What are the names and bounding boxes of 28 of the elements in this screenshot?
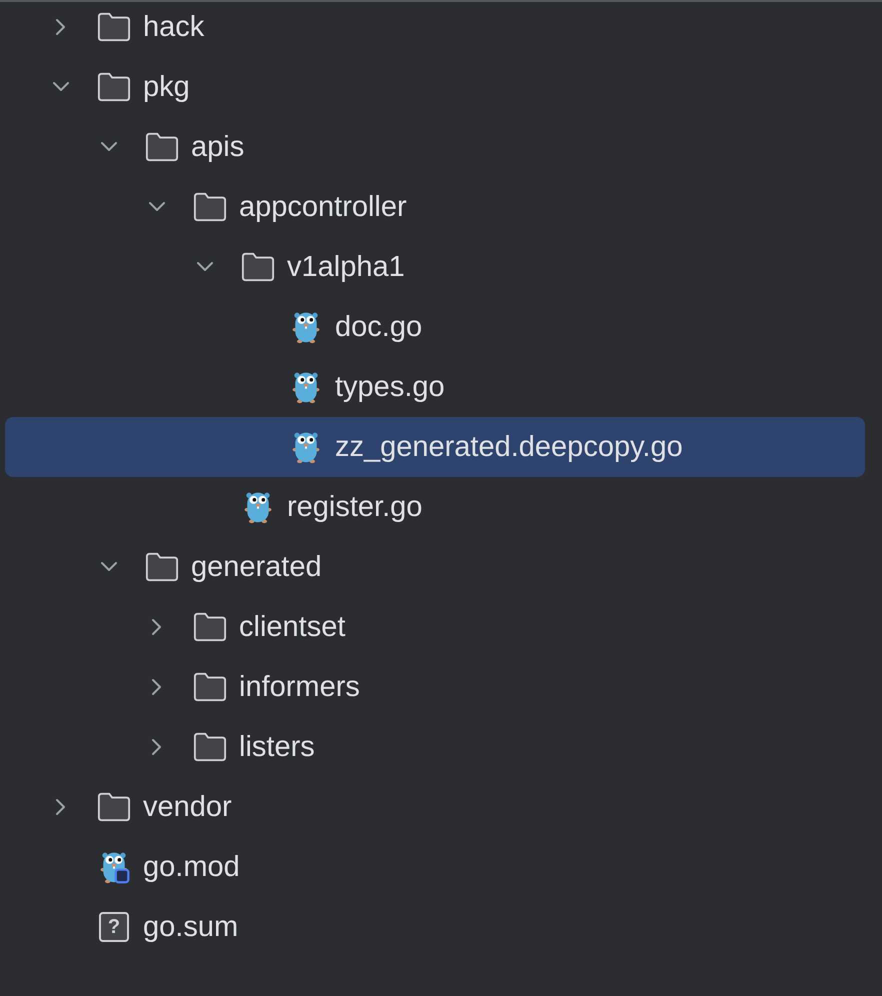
file-name[interactable]: register.go — [287, 490, 422, 524]
folder-icon — [145, 130, 179, 164]
file-name[interactable]: informers — [239, 670, 360, 704]
file-name[interactable]: pkg — [143, 70, 190, 104]
file-name[interactable]: clientset — [239, 610, 346, 644]
file-name[interactable]: zz_generated.deepcopy.go — [335, 430, 683, 464]
file-name[interactable]: apis — [191, 130, 244, 164]
file-name[interactable]: appcontroller — [239, 190, 407, 224]
file-name[interactable]: generated — [191, 550, 322, 584]
file-name[interactable]: types.go — [335, 370, 445, 404]
folder-icon — [193, 670, 227, 704]
file-name[interactable]: v1alpha1 — [287, 250, 405, 284]
file-name[interactable]: go.mod — [143, 850, 240, 884]
file-name[interactable]: vendor — [143, 790, 232, 824]
selected-tree-row[interactable]: zz_generated.deepcopy.go — [5, 417, 865, 477]
folder-icon — [97, 70, 131, 104]
folder-icon — [97, 10, 131, 44]
file-name[interactable]: doc.go — [335, 310, 422, 344]
unknown-file-icon: ? — [99, 912, 129, 942]
file-name[interactable]: hack — [143, 10, 204, 44]
folder-icon — [193, 610, 227, 644]
folder-icon — [145, 550, 179, 584]
folder-icon — [193, 190, 227, 224]
folder-icon — [97, 790, 131, 824]
file-name[interactable]: go.sum — [143, 910, 238, 944]
folder-icon — [241, 250, 275, 284]
file-name[interactable]: listers — [239, 730, 315, 764]
folder-icon — [193, 730, 227, 764]
